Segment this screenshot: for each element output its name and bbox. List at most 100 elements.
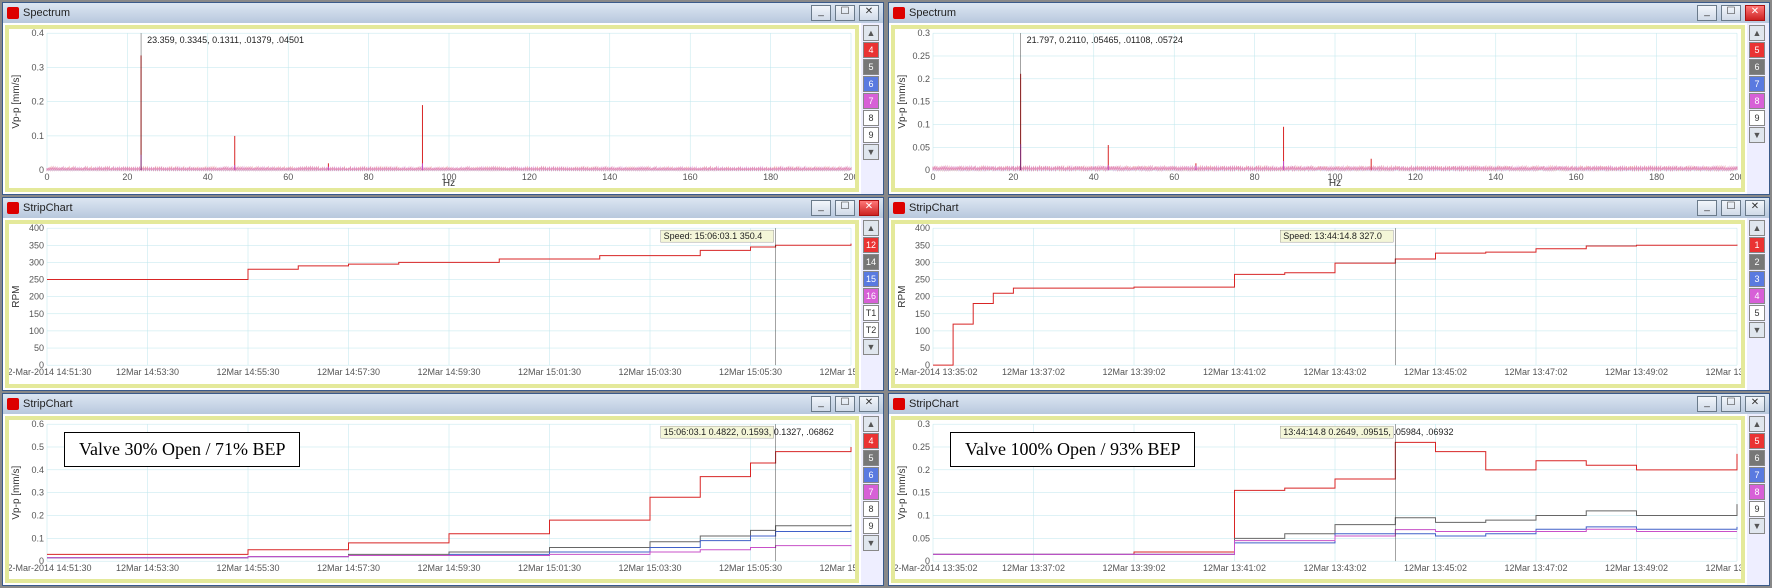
close-button[interactable]: ✕: [1745, 5, 1765, 21]
plot-area[interactable]: 05010015020025030035040012-Mar-2014 13:3…: [891, 220, 1745, 387]
minimize-button[interactable]: _: [1697, 396, 1717, 412]
legend-chip-5[interactable]: 5: [1749, 433, 1765, 449]
svg-text:12Mar 15:07:30: 12Mar 15:07:30: [819, 563, 855, 573]
maximize-button[interactable]: ☐: [835, 200, 855, 216]
title-bar[interactable]: Spectrum_☐✕: [3, 3, 883, 23]
title-bar[interactable]: StripChart_☐✕: [889, 198, 1769, 218]
rpm_strip-window: StripChart_☐✕05010015020025030035040012-…: [2, 197, 884, 390]
legend-chip-T1[interactable]: T1: [863, 305, 879, 321]
plot-area[interactable]: 00.050.10.150.20.250.312-Mar-2014 13:35:…: [891, 416, 1745, 583]
channel-legend: ▲456789▼: [861, 414, 883, 585]
title-bar[interactable]: StripChart_☐✕: [889, 394, 1769, 414]
legend-chip-14[interactable]: 14: [863, 254, 879, 270]
legend-scroll-up[interactable]: ▲: [863, 220, 879, 236]
legend-chip-9[interactable]: 9: [1749, 501, 1765, 517]
minimize-button[interactable]: _: [811, 5, 831, 21]
svg-text:12Mar 15:05:30: 12Mar 15:05:30: [719, 367, 782, 377]
legend-scroll-down[interactable]: ▼: [1749, 127, 1765, 143]
channel-legend: ▲56789▼: [1747, 23, 1769, 194]
legend-chip-2[interactable]: 2: [1749, 254, 1765, 270]
svg-text:400: 400: [915, 224, 930, 233]
maximize-button[interactable]: ☐: [1721, 396, 1741, 412]
page: Spectrum_☐✕00.10.20.30.40204060801001201…: [0, 0, 1772, 588]
svg-text:23.359, 0.3345, 0.1311, .01379: 23.359, 0.3345, 0.1311, .01379, .04501: [147, 35, 304, 45]
legend-chip-9[interactable]: 9: [863, 518, 879, 534]
legend-chip-9[interactable]: 9: [1749, 110, 1765, 126]
legend-chip-15[interactable]: 15: [863, 271, 879, 287]
close-button[interactable]: ✕: [1745, 396, 1765, 412]
legend-chip-6[interactable]: 6: [1749, 450, 1765, 466]
legend-chip-8[interactable]: 8: [1749, 93, 1765, 109]
svg-text:Vp-p [mm/s]: Vp-p [mm/s]: [897, 465, 908, 519]
title-bar[interactable]: StripChart_☐✕: [3, 394, 883, 414]
app-icon: [7, 202, 19, 214]
legend-chip-7[interactable]: 7: [863, 484, 879, 500]
close-button[interactable]: ✕: [859, 5, 879, 21]
svg-text:100: 100: [29, 326, 44, 336]
legend-scroll-down[interactable]: ▼: [863, 339, 879, 355]
maximize-button[interactable]: ☐: [1721, 200, 1741, 216]
spectrum-window: Spectrum_☐✕00.050.10.150.20.250.30204060…: [888, 2, 1770, 195]
legend-scroll-down[interactable]: ▼: [863, 144, 879, 160]
svg-text:50: 50: [34, 343, 44, 353]
legend-chip-8[interactable]: 8: [863, 110, 879, 126]
close-button[interactable]: ✕: [859, 200, 879, 216]
legend-chip-8[interactable]: 8: [1749, 484, 1765, 500]
legend-scroll-up[interactable]: ▲: [863, 25, 879, 41]
legend-chip-8[interactable]: 8: [863, 501, 879, 517]
maximize-button[interactable]: ☐: [1721, 5, 1741, 21]
legend-scroll-down[interactable]: ▼: [863, 535, 879, 551]
right-column: Spectrum_☐✕00.050.10.150.20.250.30204060…: [888, 2, 1770, 586]
legend-chip-6[interactable]: 6: [863, 467, 879, 483]
svg-text:0.05: 0.05: [912, 533, 930, 543]
legend-scroll-up[interactable]: ▲: [863, 416, 879, 432]
minimize-button[interactable]: _: [1697, 5, 1717, 21]
legend-chip-12[interactable]: 12: [863, 237, 879, 253]
channel-legend: ▲456789▼: [861, 23, 883, 194]
legend-scroll-up[interactable]: ▲: [1749, 25, 1765, 41]
legend-chip-7[interactable]: 7: [1749, 76, 1765, 92]
svg-text:0: 0: [44, 172, 49, 182]
legend-scroll-down[interactable]: ▼: [1749, 518, 1765, 534]
plot-area[interactable]: 00.10.20.30.4020406080100120140160180200…: [5, 25, 859, 192]
minimize-button[interactable]: _: [811, 396, 831, 412]
svg-text:15:06:03.1 0.4822, 0.1593, 0.1: 15:06:03.1 0.4822, 0.1593, 0.1327, .0686…: [664, 427, 834, 437]
legend-chip-3[interactable]: 3: [1749, 271, 1765, 287]
legend-chip-5[interactable]: 5: [863, 450, 879, 466]
close-button[interactable]: ✕: [1745, 200, 1765, 216]
legend-scroll-up[interactable]: ▲: [1749, 416, 1765, 432]
svg-text:12Mar 14:53:30: 12Mar 14:53:30: [116, 367, 179, 377]
svg-text:12Mar 14:55:30: 12Mar 14:55:30: [216, 563, 279, 573]
plot-area[interactable]: 00.050.10.150.20.250.3020406080100120140…: [891, 25, 1745, 192]
legend-chip-7[interactable]: 7: [863, 93, 879, 109]
plot-area[interactable]: 00.10.20.30.40.50.612-Mar-2014 14:51:301…: [5, 416, 859, 583]
legend-chip-5[interactable]: 5: [1749, 42, 1765, 58]
legend-chip-9[interactable]: 9: [863, 127, 879, 143]
legend-chip-T2[interactable]: T2: [863, 322, 879, 338]
title-bar[interactable]: Spectrum_☐✕: [889, 3, 1769, 23]
svg-text:12Mar 13:45:02: 12Mar 13:45:02: [1404, 563, 1467, 573]
svg-text:12-Mar-2014 13:35:02: 12-Mar-2014 13:35:02: [895, 563, 978, 573]
minimize-button[interactable]: _: [811, 200, 831, 216]
legend-chip-1[interactable]: 1: [1749, 237, 1765, 253]
svg-text:12Mar 15:01:30: 12Mar 15:01:30: [518, 563, 581, 573]
legend-chip-7[interactable]: 7: [1749, 467, 1765, 483]
legend-chip-5[interactable]: 5: [1749, 305, 1765, 321]
legend-chip-4[interactable]: 4: [1749, 288, 1765, 304]
legend-scroll-down[interactable]: ▼: [1749, 322, 1765, 338]
legend-chip-6[interactable]: 6: [863, 76, 879, 92]
svg-text:12-Mar-2014 14:51:30: 12-Mar-2014 14:51:30: [9, 563, 92, 573]
legend-chip-4[interactable]: 4: [863, 433, 879, 449]
svg-text:0.1: 0.1: [31, 533, 44, 543]
legend-chip-5[interactable]: 5: [863, 59, 879, 75]
legend-chip-6[interactable]: 6: [1749, 59, 1765, 75]
maximize-button[interactable]: ☐: [835, 5, 855, 21]
plot-area[interactable]: 05010015020025030035040012-Mar-2014 14:5…: [5, 220, 859, 387]
title-bar[interactable]: StripChart_☐✕: [3, 198, 883, 218]
legend-chip-16[interactable]: 16: [863, 288, 879, 304]
maximize-button[interactable]: ☐: [835, 396, 855, 412]
legend-scroll-up[interactable]: ▲: [1749, 220, 1765, 236]
legend-chip-4[interactable]: 4: [863, 42, 879, 58]
close-button[interactable]: ✕: [859, 396, 879, 412]
minimize-button[interactable]: _: [1697, 200, 1717, 216]
